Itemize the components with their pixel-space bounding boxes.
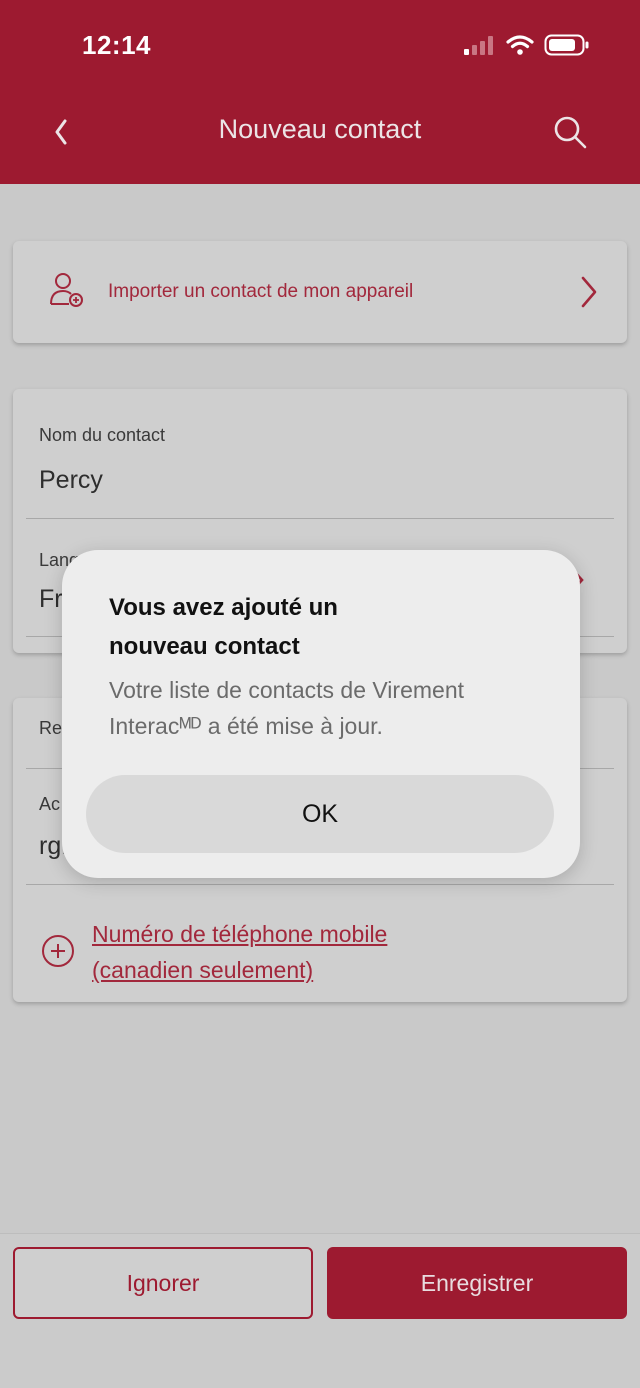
status-icons (464, 34, 590, 56)
contact-name-label: Nom du contact (39, 425, 166, 445)
address-label: Ac (39, 794, 61, 814)
add-mobile-number-link[interactable]: Numéro de téléphone mobile (canadien seu… (92, 916, 387, 988)
dialog-title: Vous avez ajouté un nouveau contact (109, 588, 539, 666)
contact-added-dialog: Vous avez ajouté un nouveau contact Votr… (62, 550, 580, 878)
dialog-message-line1: Votre liste de contacts de Virement (109, 677, 464, 703)
status-time: 12:14 (82, 30, 151, 60)
wifi-icon (506, 35, 534, 55)
search-icon[interactable] (552, 114, 588, 150)
dialog-title-line2: nouveau contact (109, 633, 300, 660)
ok-button[interactable]: OK (86, 775, 554, 853)
add-circle-icon[interactable] (41, 934, 75, 968)
divider (26, 884, 614, 885)
add-mobile-link-line1[interactable]: Numéro de téléphone mobile (92, 916, 387, 952)
dialog-message-line2: Interacᴹᴰ a été mise à jour. (109, 713, 383, 739)
cellular-signal-icon (464, 36, 493, 55)
import-contact-row[interactable]: Importer un contact de mon appareil (13, 241, 627, 343)
save-button[interactable]: Enregistrer (327, 1247, 627, 1319)
add-mobile-link-line2[interactable]: (canadien seulement) (92, 952, 387, 988)
battery-icon (544, 34, 589, 56)
dialog-message: Votre liste de contacts de Virement Inte… (109, 672, 539, 744)
header-bar (0, 0, 640, 184)
dialog-title-line1: Vous avez ajouté un (109, 594, 338, 621)
chevron-right-icon (581, 276, 597, 308)
ignore-button[interactable]: Ignorer (13, 1247, 313, 1319)
import-contact-label: Importer un contact de mon appareil (108, 281, 414, 302)
section-label: Re (39, 718, 63, 738)
divider (26, 518, 614, 519)
page-title: Nouveau contact (218, 114, 422, 144)
language-value[interactable]: Fr (39, 585, 63, 614)
contact-name-value[interactable]: Percy (39, 466, 103, 495)
add-person-icon (50, 273, 83, 307)
